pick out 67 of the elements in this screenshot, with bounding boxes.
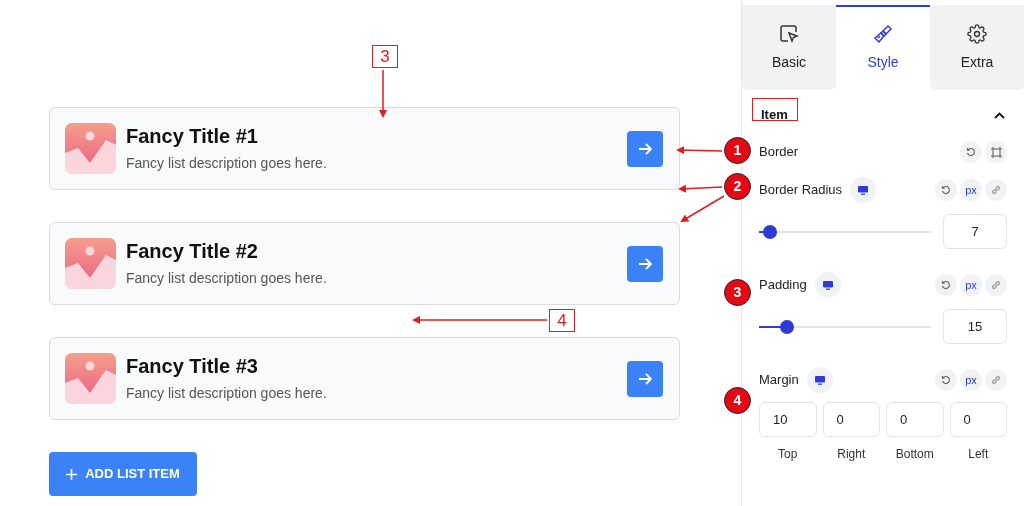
section-title: Item — [760, 106, 789, 125]
control-label: Margin — [759, 371, 799, 390]
link-icon[interactable] — [985, 274, 1007, 296]
settings-icon — [967, 24, 987, 44]
link-icon[interactable] — [985, 179, 1007, 201]
card-title: Fancy Title #2 — [126, 238, 259, 264]
annotation-arrow — [379, 69, 387, 118]
device-button[interactable] — [814, 272, 841, 298]
unit-button[interactable]: px — [960, 179, 982, 201]
annotation-arrow — [676, 146, 723, 155]
monitor-icon — [814, 375, 825, 385]
slider-thumb[interactable] — [763, 224, 778, 239]
field-caption: Bottom — [895, 446, 934, 463]
slider-thumb[interactable] — [779, 319, 794, 334]
card-title: Fancy Title #3 — [126, 353, 259, 379]
number-field[interactable]: 10 — [759, 402, 817, 437]
number-field[interactable]: 15 — [943, 309, 1007, 344]
card-title: Fancy Title #1 — [126, 123, 259, 149]
annotation-arrow — [680, 195, 725, 222]
arrow-right-icon — [638, 372, 652, 385]
annotation-marker: 4 — [724, 387, 751, 414]
image-placeholder-icon — [65, 123, 116, 174]
image-placeholder-icon — [65, 238, 116, 289]
cursor-square-icon — [779, 24, 799, 44]
tab[interactable]: Extra — [930, 5, 1024, 90]
arrow-right-icon — [638, 142, 652, 155]
number-field[interactable]: 0 — [949, 402, 1007, 437]
annotation-marker: 3 — [724, 279, 751, 306]
annotation-marker: 1 — [724, 137, 751, 164]
add-list-item-button[interactable]: ADD LIST ITEM — [49, 452, 197, 496]
field-caption: Top — [778, 446, 798, 463]
card-description: Fancy list description goes here. — [126, 153, 328, 173]
tab[interactable]: Basic — [742, 5, 836, 90]
device-button[interactable] — [806, 367, 833, 393]
reset-icon[interactable] — [935, 179, 957, 201]
number-field[interactable]: 0 — [886, 402, 944, 437]
unit-button[interactable]: px — [960, 274, 982, 296]
annotation-arrow — [678, 184, 723, 193]
number-field[interactable]: 7 — [943, 214, 1007, 249]
card-description: Fancy list description goes here. — [126, 268, 328, 288]
card-description: Fancy list description goes here. — [126, 383, 328, 403]
border-style-icon[interactable] — [985, 141, 1007, 163]
control-label: Border Radius — [759, 181, 843, 200]
arrow-button[interactable] — [627, 360, 663, 397]
annotation-label: 3 — [372, 45, 398, 68]
reset-icon[interactable] — [935, 274, 957, 296]
arrow-button[interactable] — [627, 245, 663, 282]
reset-icon[interactable] — [935, 369, 957, 391]
field-caption: Left — [968, 446, 989, 463]
field-caption: Right — [837, 446, 866, 463]
monitor-icon — [858, 185, 869, 195]
annotation-label: 4 — [549, 309, 575, 332]
device-button[interactable] — [850, 177, 877, 203]
arrow-button[interactable] — [627, 130, 663, 167]
number-field[interactable]: 0 — [822, 402, 880, 437]
monitor-icon — [822, 280, 833, 290]
highlight-frame — [752, 98, 798, 121]
annotation-marker: 2 — [724, 173, 751, 200]
control-label: Padding — [759, 276, 807, 295]
reset-icon[interactable] — [960, 141, 982, 163]
unit-button[interactable]: px — [960, 369, 982, 391]
caret-icon[interactable] — [994, 111, 1005, 119]
image-placeholder-icon — [65, 353, 116, 404]
link-icon[interactable] — [985, 369, 1007, 391]
arrow-right-icon — [638, 257, 652, 270]
plus-icon — [66, 468, 78, 480]
control-label: Border — [759, 143, 799, 162]
